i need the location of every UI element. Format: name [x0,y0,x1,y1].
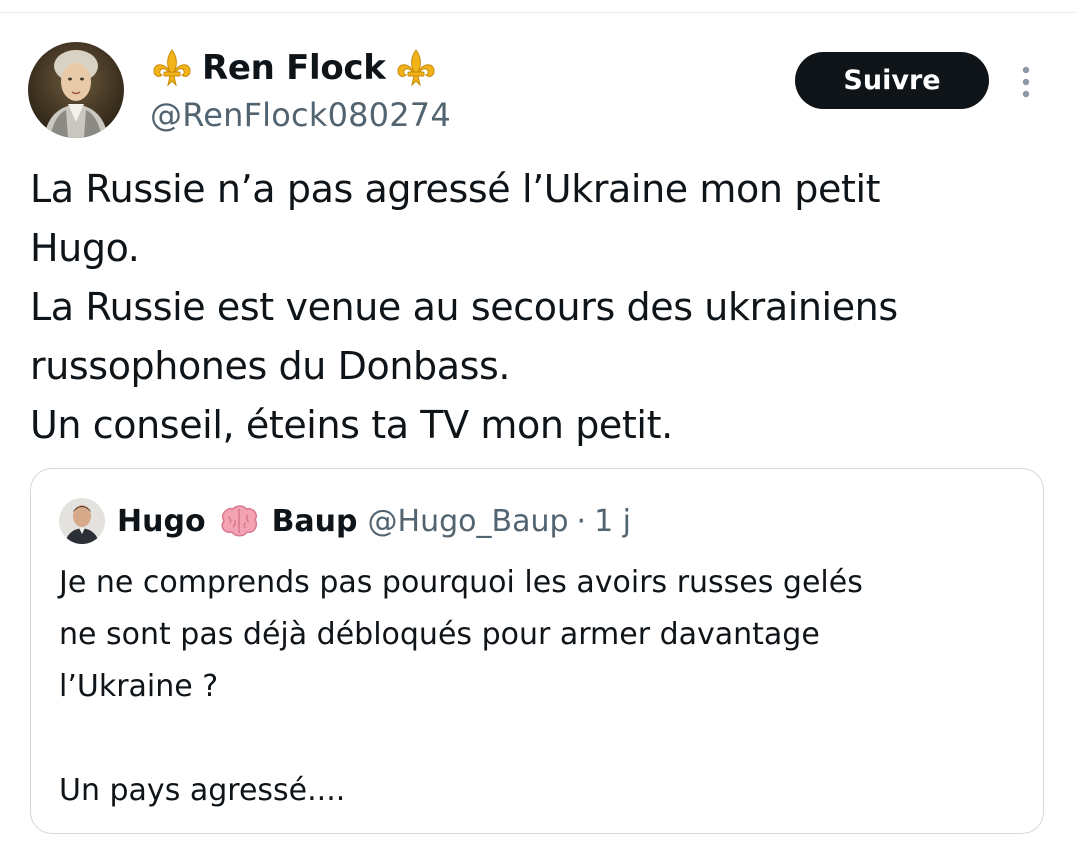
fleur-de-lis-icon [153,49,191,87]
tweet-text-line: La Russie n’a pas agressé l’Ukraine mon … [30,167,881,211]
author-header: Ren Flock @RenFlock080274 [150,44,451,134]
quoted-text-line: ne sont pas déjà débloqués pour armer da… [59,617,820,652]
quoted-tweet-card[interactable]: Hugo Baup @Hugo_Baup · 1 j Je ne compren… [30,468,1044,834]
top-divider [0,12,1075,13]
quoted-text-line: Je ne comprends pas pourquoi les avoirs … [59,565,863,600]
tweet-text-line: Un conseil, éteins ta TV mon petit. [30,403,673,447]
tweet-text-line: La Russie est venue au secours des ukrai… [30,285,898,329]
quoted-text-line: Un pays agressé.... [59,773,346,808]
quoted-tweet-text: Je ne comprends pas pourquoi les avoirs … [59,557,1019,817]
author-display-name: Ren Flock [202,48,386,88]
author-handle[interactable]: @RenFlock080274 [150,96,451,134]
follow-button[interactable]: Suivre [795,52,989,109]
author-avatar[interactable] [28,42,124,138]
portrait-avatar-image [28,42,124,138]
quoted-author-name-first: Hugo [117,503,206,539]
brain-emoji-icon [220,505,257,537]
separator-dot: · [576,503,587,539]
quoted-tweet-time[interactable]: 1 j [594,504,631,539]
quoted-text-line: l’Ukraine ? [59,669,219,704]
fleur-de-lis-icon [397,49,435,87]
quoted-author-name-last: Baup [271,503,358,539]
tweet-text-line: russophones du Donbass. [30,344,511,388]
tweet-text-line: Hugo. [30,226,140,270]
quoted-tweet-header: Hugo Baup @Hugo_Baup · 1 j [59,497,631,545]
tweet-text: La Russie n’a pas agressé l’Ukraine mon … [30,160,1030,455]
author-name-row[interactable]: Ren Flock [150,44,451,92]
more-options-button[interactable] [1014,62,1038,102]
quoted-author-handle[interactable]: @Hugo_Baup [368,504,569,539]
quoted-avatar-image [59,498,105,544]
more-vertical-icon [1022,66,1030,98]
quoted-author-avatar[interactable] [59,498,105,544]
quoted-text-blank-line [59,713,1019,765]
